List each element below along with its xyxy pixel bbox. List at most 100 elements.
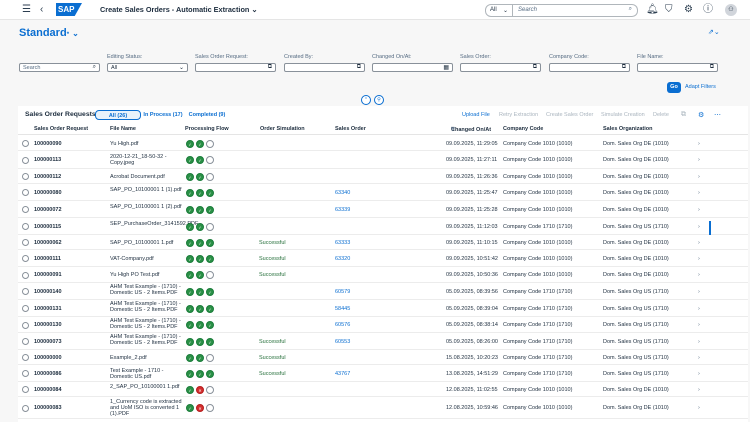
status-success-icon[interactable]: ✓ <box>186 205 194 214</box>
shield-icon[interactable]: ⛉ <box>665 4 673 16</box>
row-navigation-icon[interactable]: › <box>698 174 700 180</box>
table-row[interactable]: 100000112 Acrobat Document.pdf ✓ ✓ 09.09.… <box>18 169 748 184</box>
status-success-icon[interactable]: ✓ <box>186 369 194 378</box>
row-select-radio[interactable] <box>22 305 29 312</box>
row-navigation-icon[interactable]: › <box>698 272 700 278</box>
search-icon[interactable]: ⌕ <box>93 64 96 71</box>
tab-in-process[interactable]: In Process (17) <box>142 110 184 120</box>
delete-button[interactable]: Delete <box>653 112 669 118</box>
table-row[interactable]: 100000083 1_Currency code is extracted a… <box>18 397 748 419</box>
notification-bell-icon[interactable]: 🔔︎ <box>646 4 659 16</box>
collapse-header-icon[interactable]: ⌃ <box>361 95 371 105</box>
value-help-icon[interactable]: ⧉ <box>357 64 361 71</box>
status-pending-icon[interactable] <box>206 353 214 362</box>
sales-order-link[interactable]: 63320 <box>335 256 350 262</box>
row-select-radio[interactable] <box>22 288 29 295</box>
row-select-radio[interactable] <box>22 404 29 412</box>
sales-order-link[interactable]: 58445 <box>335 306 350 312</box>
row-navigation-icon[interactable]: › <box>698 322 700 328</box>
settings-gear-icon[interactable]: ⚙ <box>698 111 704 119</box>
copy-icon[interactable]: ⧉ <box>681 111 686 119</box>
status-success-icon[interactable]: ✓ <box>196 205 204 214</box>
row-navigation-icon[interactable]: › <box>698 371 700 377</box>
status-success-icon[interactable]: ✓ <box>186 385 194 394</box>
table-row[interactable]: 100000130 AHM Test Example - (1710) - Do… <box>18 317 748 333</box>
row-navigation-icon[interactable]: › <box>698 405 700 411</box>
status-pending-icon[interactable] <box>206 172 214 181</box>
table-row[interactable]: 100000000 Example_2.pdf ✓ ✓ Successful 15… <box>18 350 748 365</box>
table-row[interactable]: 100000073 AHM Test Example - (1710) - Do… <box>18 333 748 350</box>
status-success-icon[interactable]: ✓ <box>196 287 204 296</box>
status-success-icon[interactable]: ✓ <box>206 369 214 378</box>
go-button[interactable]: Go <box>667 82 681 93</box>
settings-gear-icon[interactable]: ⚙ <box>684 4 693 16</box>
row-select-radio[interactable] <box>22 140 29 147</box>
status-pending-icon[interactable] <box>206 404 214 412</box>
sales-order-link[interactable]: 43767 <box>335 371 350 377</box>
status-success-icon[interactable]: ✓ <box>206 205 214 214</box>
simulate-creation-button[interactable]: Simulate Creation <box>601 112 645 118</box>
chevron-down-icon[interactable]: ⌄ <box>179 64 184 71</box>
row-select-radio[interactable] <box>22 156 29 164</box>
search-scope-select[interactable]: All ⌄ <box>485 4 513 17</box>
status-success-icon[interactable]: ✓ <box>196 369 204 378</box>
status-success-icon[interactable]: ✓ <box>206 304 214 313</box>
row-navigation-icon[interactable]: › <box>698 157 700 163</box>
tab-all[interactable]: All (26) <box>95 110 141 120</box>
col-sales-order[interactable]: Sales Order <box>335 126 366 132</box>
status-success-icon[interactable]: ✓ <box>196 353 204 362</box>
upload-file-button[interactable]: Upload File <box>462 112 490 118</box>
table-row[interactable]: 100000062 SAP_PO_10100001 1.pdf ✓ ✓ ✓ Succ… <box>18 235 748 250</box>
calendar-icon[interactable]: ▦ <box>443 64 449 71</box>
row-navigation-icon[interactable]: › <box>698 207 700 213</box>
status-success-icon[interactable]: ✓ <box>196 222 204 231</box>
col-order-simulation[interactable]: Order Simulation <box>260 126 305 132</box>
scrollbar[interactable] <box>709 221 711 235</box>
col-processing-flow[interactable]: Processing Flow <box>185 126 229 132</box>
status-success-icon[interactable]: ✓ <box>206 287 214 296</box>
status-success-icon[interactable]: ✓ <box>186 337 194 346</box>
status-success-icon[interactable]: ✓ <box>186 188 194 197</box>
sales-order-link[interactable]: 60553 <box>335 339 350 345</box>
variant-selector[interactable]: Standard* ⌄ <box>19 27 79 39</box>
status-error-icon[interactable]: ✕ <box>196 404 204 412</box>
status-success-icon[interactable]: ✓ <box>206 337 214 346</box>
row-navigation-icon[interactable]: › <box>698 339 700 345</box>
created-by-field[interactable]: ⧉ <box>284 63 365 72</box>
status-success-icon[interactable]: ✓ <box>186 139 194 148</box>
status-success-icon[interactable]: ✓ <box>196 321 204 329</box>
status-success-icon[interactable]: ✓ <box>196 156 204 164</box>
col-sales-order-request[interactable]: Sales Order Request <box>34 126 88 132</box>
status-success-icon[interactable]: ✓ <box>196 238 204 247</box>
changed-on-field[interactable]: ▦ <box>372 63 453 72</box>
create-sales-order-button[interactable]: Create Sales Order <box>546 112 593 118</box>
status-success-icon[interactable]: ✓ <box>186 271 194 279</box>
share-icon[interactable]: ⇗⌄ <box>708 28 720 36</box>
col-sales-organization[interactable]: Sales Organization <box>603 126 653 132</box>
status-pending-icon[interactable] <box>206 139 214 148</box>
table-row[interactable]: 100000086 Test Example - 1710 - Domestic… <box>18 365 748 382</box>
status-success-icon[interactable]: ✓ <box>206 188 214 197</box>
row-select-radio[interactable] <box>22 239 29 246</box>
status-success-icon[interactable]: ✓ <box>186 254 194 263</box>
row-navigation-icon[interactable]: › <box>698 355 700 361</box>
sales-order-link[interactable]: 60576 <box>335 322 350 328</box>
table-row[interactable]: 100000084 2_SAP_PO_10100001 1.pdf ✓ ✕ 12.… <box>18 382 748 397</box>
row-select-radio[interactable] <box>22 370 29 377</box>
row-navigation-icon[interactable]: › <box>698 141 700 147</box>
sap-logo[interactable]: SAP <box>56 3 82 16</box>
row-select-radio[interactable] <box>22 271 29 279</box>
status-success-icon[interactable]: ✓ <box>206 238 214 247</box>
retry-extraction-button[interactable]: Retry Extraction <box>499 112 538 118</box>
more-icon[interactable]: ⋯ <box>714 111 721 119</box>
table-row[interactable]: 100000080 SAP_PO_10100001 1 (1).pdf ✓ ✓ ✓ … <box>18 184 748 201</box>
table-row[interactable]: 100000131 AHM Test Example - (1710) - Do… <box>18 300 748 317</box>
status-success-icon[interactable]: ✓ <box>186 304 194 313</box>
row-select-radio[interactable] <box>22 338 29 345</box>
status-success-icon[interactable]: ✓ <box>186 287 194 296</box>
filter-search-input[interactable]: Search ⌕ <box>19 63 100 72</box>
sales-order-link[interactable]: 63340 <box>335 190 350 196</box>
status-pending-icon[interactable] <box>206 271 214 279</box>
status-pending-icon[interactable] <box>206 385 214 394</box>
value-help-icon[interactable]: ⧉ <box>622 64 626 71</box>
